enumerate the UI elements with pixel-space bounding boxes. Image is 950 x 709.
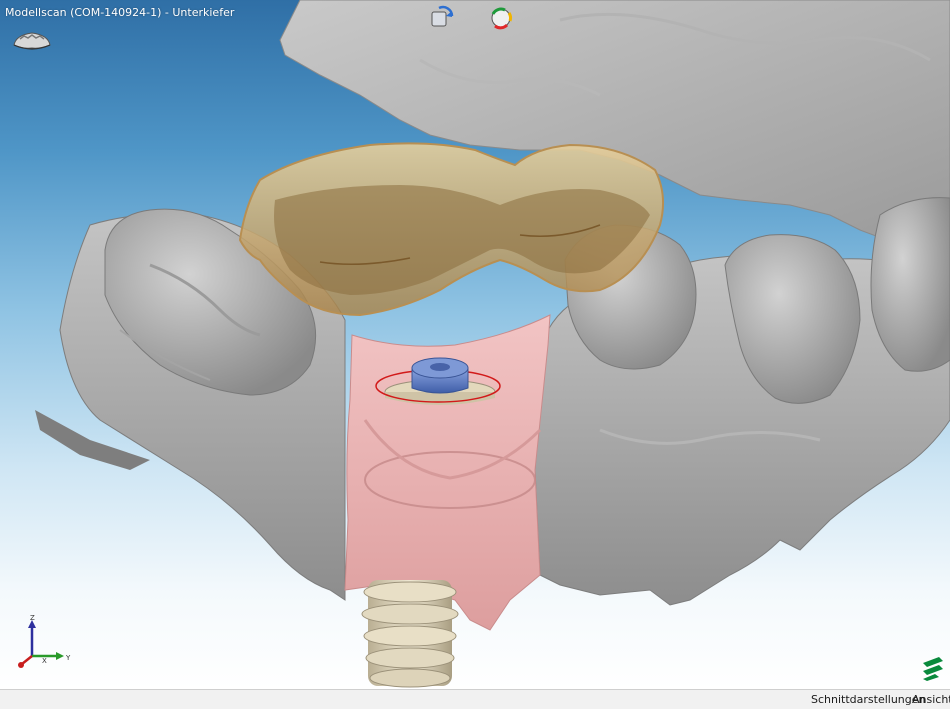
- z-axis-label: Z: [30, 614, 35, 622]
- view-rotate-button[interactable]: [428, 4, 456, 32]
- rotate-view-icon: [431, 5, 454, 27]
- x-axis-label: X: [42, 657, 47, 665]
- status-bar: Schnittdarstellungen Ansicht: [0, 689, 950, 709]
- implant-body: [361, 580, 459, 688]
- view-menu-button[interactable]: Ansicht: [912, 693, 950, 706]
- dental-model-scene[interactable]: [0, 0, 950, 689]
- axis-triad: Z X Y: [14, 612, 78, 672]
- model-scan-icon[interactable]: [10, 27, 54, 51]
- window-title: Modellscan (COM-140924-1) - Unterkiefer: [5, 6, 235, 19]
- visibility-toggle-icon: [491, 7, 512, 30]
- y-axis-label: Y: [65, 654, 71, 662]
- brand-logo-icon: [923, 657, 943, 681]
- section-views-button[interactable]: Schnittdarstellungen: [811, 693, 926, 706]
- 3d-viewport[interactable]: Modellscan (COM-140924-1) - Unterkiefer: [0, 0, 950, 689]
- show-hide-button[interactable]: [487, 4, 515, 32]
